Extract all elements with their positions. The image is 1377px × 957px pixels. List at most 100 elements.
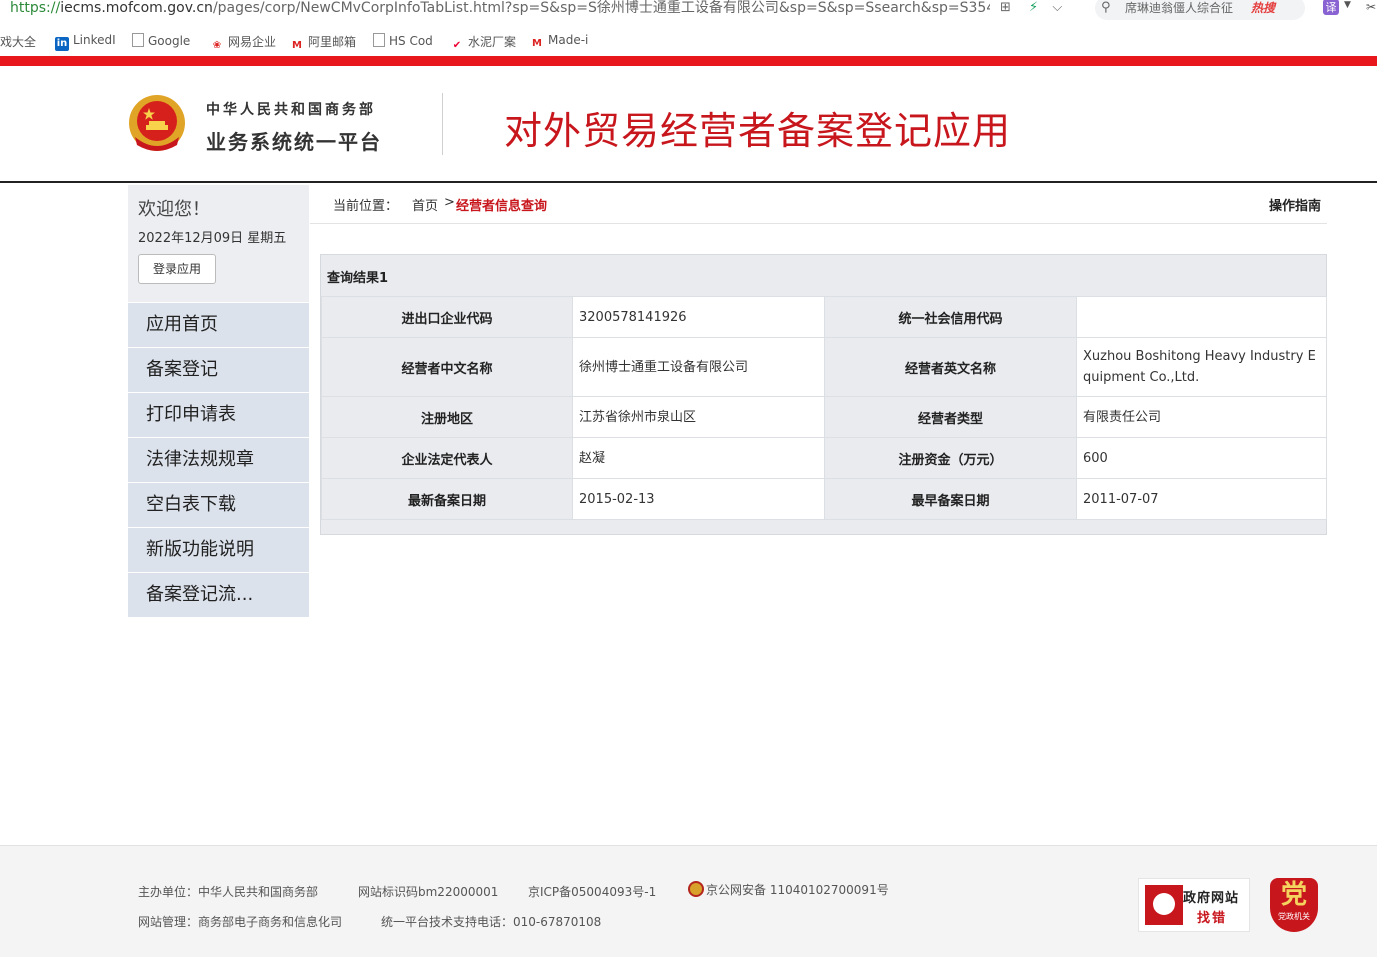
field-label: 进出口企业代码 [321, 296, 573, 338]
table-row: 企业法定代表人 赵凝 注册资金（万元） 600 [321, 437, 1327, 479]
footer-support-phone: 统一平台技术支持电话：010-67870108 [381, 915, 602, 929]
url-field[interactable]: https://iecms.mofcom.gov.cn/pages/corp/N… [10, 0, 990, 16]
bookmark-label: LinkedI [73, 33, 116, 47]
hot-search-label: 热搜 [1251, 1, 1276, 15]
field-value: 有限责任公司 [1076, 396, 1327, 438]
bookmark-label: Made-i [548, 33, 589, 47]
breadcrumb-label: 当前位置： [333, 199, 399, 214]
sidebar-item-blank-forms[interactable]: 空白表下载 [128, 483, 309, 527]
bookmark-label: 阿里邮箱 [308, 35, 357, 49]
scissors-icon[interactable]: ✂ [1366, 0, 1376, 14]
translate-icon[interactable]: 译 [1323, 0, 1339, 15]
org-name-top: 中华人民共和国商务部 [206, 102, 376, 118]
breadcrumb-home-link[interactable]: 首页 [412, 195, 438, 214]
gov-badge-bottom: 找错 [1197, 911, 1228, 926]
sidebar-item-home[interactable]: 应用首页 [128, 303, 309, 347]
lightning-icon[interactable]: ⚡ [1029, 0, 1038, 15]
field-value [1076, 296, 1327, 338]
result-table: 进出口企业代码 3200578141926 统一社会信用代码 经营者中文名称 徐… [321, 296, 1327, 520]
field-value: 2011-07-07 [1076, 478, 1327, 520]
footer-police[interactable]: 京公网安备 11040102700091号 [688, 881, 889, 898]
sidebar-item-laws[interactable]: 法律法规规章 [128, 438, 309, 482]
m-icon: M [292, 40, 302, 51]
field-label: 最新备案日期 [321, 478, 573, 520]
operation-guide-link[interactable]: 操作指南 [1269, 195, 1321, 214]
table-row: 经营者中文名称 徐州博士通重工设备有限公司 经营者英文名称 Xuzhou Bos… [321, 337, 1327, 397]
chevron-down-icon[interactable]: ⌵ [1052, 0, 1062, 15]
field-value: 2015-02-13 [572, 478, 825, 520]
table-row: 注册地区 江苏省徐州市泉山区 经营者类型 有限责任公司 [321, 396, 1327, 438]
field-value: 3200578141926 [572, 296, 825, 338]
sidebar-item-print-form[interactable]: 打印申请表 [128, 393, 309, 437]
address-tools: ⊞ ⚡ ⌵ [1000, 0, 1062, 15]
bookmark-label: 游戏大全 [0, 35, 37, 49]
magnifier-icon [1145, 885, 1183, 925]
bookmark-item[interactable]: ✔ 水泥厂案 [450, 33, 516, 53]
welcome-text: 欢迎您！ [138, 199, 210, 220]
bookmark-label: 网易企业 [228, 35, 277, 49]
field-value: Xuzhou Boshitong Heavy Industry Equipmen… [1076, 337, 1327, 397]
police-badge-icon [688, 881, 704, 897]
field-value: 赵凝 [572, 437, 825, 479]
address-bar: https://iecms.mofcom.gov.cn/pages/corp/N… [0, 0, 1377, 22]
top-red-bar [0, 56, 1377, 66]
field-value: 600 [1076, 437, 1327, 479]
bird-icon: ✔ [452, 40, 462, 51]
breadcrumb: 当前位置： 首页 > 经营者信息查询 操作指南 [310, 185, 1327, 224]
sidebar-item-registration[interactable]: 备案登记 [128, 348, 309, 392]
table-row: 进出口企业代码 3200578141926 统一社会信用代码 [321, 296, 1327, 338]
page-icon [373, 33, 385, 47]
url-host: iecms.mofcom.gov.cn [60, 0, 213, 16]
linkedin-icon: in [55, 37, 69, 51]
field-label: 统一社会信用代码 [824, 296, 1077, 338]
welcome-panel: 欢迎您！ 2022年12月09日 星期五 登录应用 [128, 185, 309, 302]
url-path: /pages/corp/NewCMvCorpInfoTabList.html?s… [212, 0, 990, 16]
browser-search-box[interactable]: ⚲ 席琳迪翁僵人综合征 热搜 [1095, 0, 1305, 20]
footer-icp-link[interactable]: 京ICP备05004093号-1 [528, 883, 656, 900]
footer-manager: 网站管理：商务部电子商务和信息化司 [138, 915, 343, 929]
party-badge-sub: 党政机关 [1278, 912, 1310, 921]
sidebar-item-new-features[interactable]: 新版功能说明 [128, 528, 309, 572]
field-label: 经营者中文名称 [321, 337, 573, 397]
result-title: 查询结果1 [327, 271, 389, 286]
footer-sponsor: 主办单位：中华人民共和国商务部 [138, 885, 319, 899]
gov-site-error-report-badge[interactable]: 政府网站 找错 [1138, 878, 1250, 932]
header-divider [442, 93, 443, 155]
app-title: 对外贸易经营者备案登记应用 [504, 109, 1012, 153]
netease-icon: ❀ [212, 40, 222, 51]
bookmark-label: HS Cod [389, 34, 433, 48]
search-icon: ⚲ [1101, 0, 1111, 15]
field-label: 企业法定代表人 [321, 437, 573, 479]
site-footer: 主办单位：中华人民共和国商务部 网站标识码bm22000001 京ICP备050… [0, 845, 1377, 957]
grid-icon[interactable]: ⊞ [1000, 0, 1011, 15]
header-bottom-line [0, 181, 1377, 183]
bookmark-label: Google [148, 34, 191, 48]
breadcrumb-separator: > [444, 195, 455, 210]
current-date: 2022年12月09日 星期五 [138, 231, 287, 246]
org-name-bottom: 业务系统统一平台 [206, 130, 382, 154]
login-app-button[interactable]: 登录应用 [138, 254, 216, 284]
bookmark-item[interactable]: 游戏大全 [0, 33, 36, 50]
field-label: 注册地区 [321, 396, 573, 438]
bookmark-item[interactable]: HS Cod [373, 33, 433, 48]
field-label: 经营者类型 [824, 396, 1077, 438]
bookmark-item[interactable]: in LinkedI [55, 33, 116, 51]
field-value: 江苏省徐州市泉山区 [572, 396, 825, 438]
sidebar-item-process[interactable]: 备案登记流... [128, 573, 309, 617]
field-label: 经营者英文名称 [824, 337, 1077, 397]
gov-badge-top: 政府网站 [1183, 891, 1240, 906]
search-suggestion: 席琳迪翁僵人综合征 [1125, 1, 1234, 15]
party-gov-badge[interactable]: 党 党政机关 [1270, 878, 1318, 932]
field-label: 注册资金（万元） [824, 437, 1077, 479]
m-icon: M [532, 38, 542, 49]
bookmark-item[interactable]: M Made-i [530, 33, 588, 51]
footer-police-text: 京公网安备 11040102700091号 [706, 883, 889, 897]
national-emblem-icon [129, 95, 185, 151]
sidebar-menu: 应用首页 备案登记 打印申请表 法律法规规章 空白表下载 新版功能说明 备案登记… [128, 303, 309, 618]
party-badge-char: 党 [1280, 880, 1307, 910]
bookmark-item[interactable]: ❀ 网易企业 [210, 33, 276, 53]
bookmark-item[interactable]: Google [132, 33, 190, 48]
bookmark-label: 水泥厂案 [468, 35, 517, 49]
caret-down-icon[interactable]: ▼ [1344, 0, 1351, 10]
bookmark-item[interactable]: M 阿里邮箱 [290, 33, 356, 53]
